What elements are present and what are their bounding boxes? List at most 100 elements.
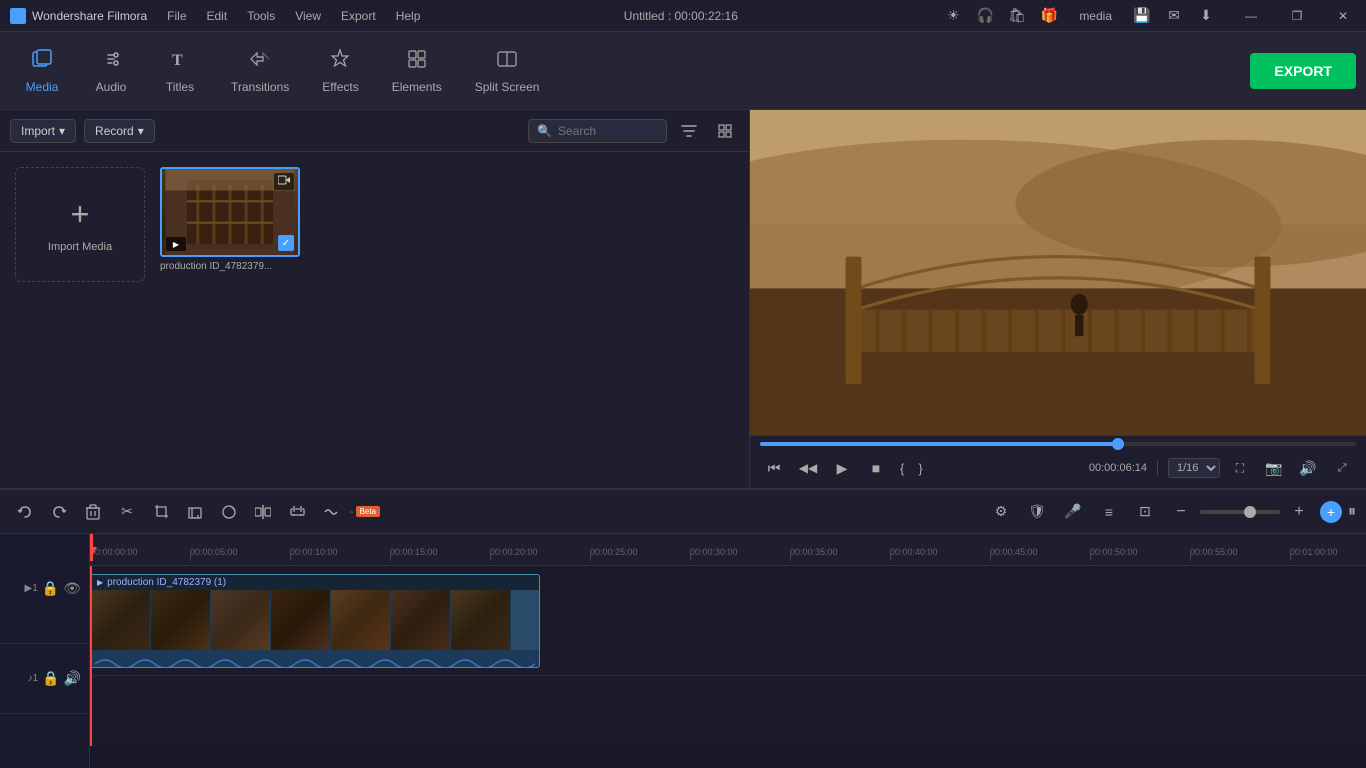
gift-icon[interactable]: 🎁 <box>1037 4 1061 28</box>
play-button[interactable]: ▶ <box>828 454 856 482</box>
screenshot-button[interactable]: 📷 <box>1260 454 1288 482</box>
filter-button[interactable] <box>675 117 703 145</box>
stop-button[interactable]: ■ <box>862 454 890 482</box>
menu-file[interactable]: File <box>157 0 196 32</box>
mic-button[interactable]: 🎤 <box>1058 497 1088 527</box>
zoom-slider[interactable] <box>1200 510 1280 514</box>
menu-edit[interactable]: Edit <box>197 0 238 32</box>
media-thumbnail-item[interactable]: ✓ ▶ production ID_4782379... <box>160 167 300 272</box>
volume-button[interactable]: 🔊 <box>1294 454 1322 482</box>
redo-button[interactable] <box>44 497 74 527</box>
mail-icon[interactable]: ✉ <box>1162 4 1186 28</box>
timeline-ruler[interactable]: 00:00:00:00 00:00:05:00 00:00:10:00 00:0… <box>90 534 1366 566</box>
toolbar-transitions[interactable]: Transitions <box>217 40 303 102</box>
zoom-out-button[interactable]: − <box>1166 497 1196 527</box>
clip-thumb-1 <box>91 590 151 650</box>
split-button[interactable] <box>248 497 278 527</box>
menu-help[interactable]: Help <box>386 0 431 32</box>
fullscreen-preview-button[interactable]: ⛶ <box>1226 454 1254 482</box>
media-panel: Import ▾ Record ▾ 🔍 <box>0 110 750 488</box>
zoom-controls: − + <box>1166 497 1314 527</box>
audio-track <box>90 676 1366 746</box>
delete-button[interactable] <box>78 497 108 527</box>
splitscreen-icon <box>496 48 518 76</box>
timeline-settings-button[interactable]: ⚙ <box>986 497 1016 527</box>
splitscreen-label: Split Screen <box>475 80 540 94</box>
logo-icon <box>10 8 26 24</box>
titles-icon: T <box>169 48 191 76</box>
toolbar-effects[interactable]: Effects <box>308 40 372 102</box>
menu-export[interactable]: Export <box>331 0 386 32</box>
undo-button[interactable] <box>10 497 40 527</box>
clip-thumb-5 <box>331 590 391 650</box>
import-chevron-icon: ▾ <box>59 124 65 138</box>
video-clip[interactable]: ▶ production ID_4782379 (1) <box>90 574 540 668</box>
menu-view[interactable]: View <box>285 0 331 32</box>
clip-thumb-7 <box>451 590 511 650</box>
clip-type-icon <box>274 173 294 190</box>
frame-back-button[interactable]: ◀◀ <box>794 454 822 482</box>
clip-preview-strip <box>91 590 539 650</box>
pip-button[interactable]: ⊡ <box>1130 497 1160 527</box>
ruler-mark-10: 00:00:50:00 <box>1090 547 1138 557</box>
toolbar-audio[interactable]: Audio <box>79 40 143 102</box>
download-icon[interactable]: ⬇ <box>1194 4 1218 28</box>
thumbnail-image: ✓ ▶ <box>160 167 300 257</box>
audio-mute-icon[interactable]: 🔊 <box>64 670 81 687</box>
track-number-icon: ▶1 <box>25 583 38 594</box>
toolbar-media[interactable]: Media <box>10 40 74 102</box>
login-button[interactable]: media <box>1069 7 1122 25</box>
bracket-left: { <box>896 461 908 476</box>
add-track-button[interactable]: + <box>1320 501 1342 523</box>
color-button[interactable] <box>214 497 244 527</box>
shop-icon[interactable]: 🛍 <box>1005 4 1029 28</box>
elements-icon <box>406 48 428 76</box>
export-button[interactable]: EXPORT <box>1250 53 1356 89</box>
save-icon[interactable]: 💾 <box>1130 4 1154 28</box>
grid-view-button[interactable] <box>711 117 739 145</box>
menu-tools[interactable]: Tools <box>237 0 285 32</box>
progress-dot <box>1112 438 1124 450</box>
fit-track-button[interactable] <box>282 497 312 527</box>
copy-button[interactable] <box>180 497 210 527</box>
title-icons: ☀ 🎧 🛍 🎁 media 💾 ✉ ⬇ <box>931 4 1228 28</box>
toolbar-elements[interactable]: Elements <box>378 40 456 102</box>
video-preview-scene <box>750 110 1366 435</box>
close-button[interactable]: ✕ <box>1320 0 1366 32</box>
quality-select[interactable]: 1/16 1/8 1/4 1/2 Full <box>1168 458 1220 478</box>
track-lock-icon[interactable]: 🔒 <box>42 580 59 597</box>
step-back-button[interactable]: ⏮ <box>760 454 788 482</box>
timeline-pause-button[interactable]: ⏸ <box>1348 501 1356 523</box>
search-input[interactable] <box>558 124 658 138</box>
shield-button[interactable]: 🛡 <box>1022 497 1052 527</box>
record-dropdown[interactable]: Record ▾ <box>84 119 155 143</box>
fit-button[interactable]: ⤢ <box>1328 454 1356 482</box>
transitions-label: Transitions <box>231 80 289 94</box>
zoom-in-button[interactable]: + <box>1284 497 1314 527</box>
clip-name: production ID_4782379 (1) <box>107 577 226 588</box>
crop-button[interactable] <box>146 497 176 527</box>
audio-label: Audio <box>96 80 127 94</box>
headphone-icon[interactable]: 🎧 <box>973 4 997 28</box>
timeline-content: ▶1 🔒 👁 ♪1 🔒 🔊 00:00:00:00 00:00:05 <box>0 534 1366 768</box>
maximize-button[interactable]: ❐ <box>1274 0 1320 32</box>
import-media-box[interactable]: + Import Media <box>15 167 145 282</box>
media-label: Media <box>26 80 59 94</box>
toolbar-titles[interactable]: T Titles <box>148 40 212 102</box>
minimize-button[interactable]: — <box>1228 0 1274 32</box>
toolbar-splitscreen[interactable]: Split Screen <box>461 40 554 102</box>
play-overlay-icon: ▶ <box>166 237 186 251</box>
progress-bar[interactable] <box>760 442 1356 446</box>
sun-icon[interactable]: ☀ <box>941 4 965 28</box>
timeline-right-controls: ⚙ 🛡 🎤 ≡ ⊡ − + + ⏸ <box>986 497 1356 527</box>
audio-mix-button[interactable]: ≡ <box>1094 497 1124 527</box>
import-dropdown[interactable]: Import ▾ <box>10 119 76 143</box>
cut-button[interactable]: ✂ <box>112 497 142 527</box>
track-eye-icon[interactable]: 👁 <box>63 580 81 597</box>
audio-detach-button[interactable] <box>316 497 346 527</box>
svg-text:T: T <box>172 52 183 69</box>
audio-lock-icon[interactable]: 🔒 <box>42 670 59 687</box>
ai-feature-button[interactable]: Beta <box>350 497 380 527</box>
clip-thumb-6 <box>391 590 451 650</box>
preview-panel: ⏮ ◀◀ ▶ ■ { } 00:00:06:14 1/16 1/8 1/4 1/… <box>750 110 1366 488</box>
